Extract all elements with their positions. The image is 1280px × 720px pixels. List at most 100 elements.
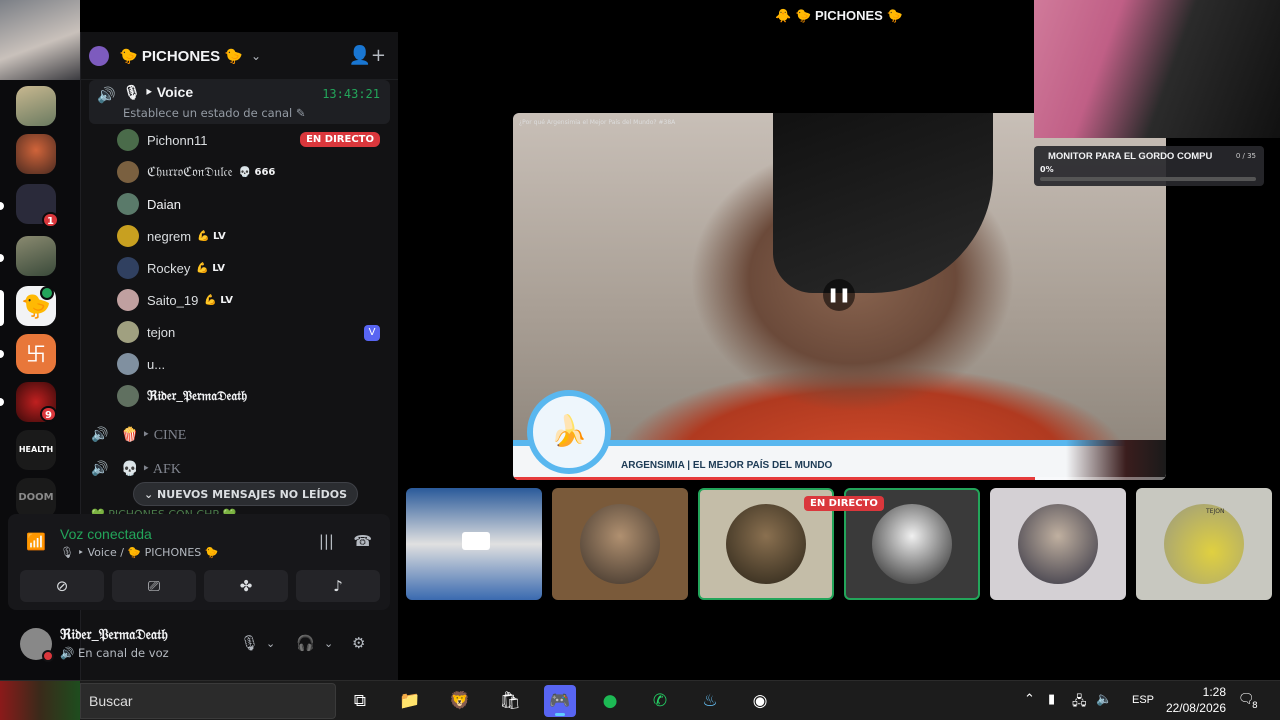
spotify-icon[interactable]: ●	[594, 685, 626, 717]
unread-pill	[0, 202, 4, 210]
unread-pill	[0, 398, 4, 406]
participant-tile[interactable]	[990, 488, 1126, 600]
server-boost-icon	[89, 45, 109, 66]
camera-off-button[interactable]: ⊘	[20, 570, 104, 602]
goal-progress-bar	[1040, 177, 1256, 181]
microphone-icon[interactable]: 🎙	[240, 634, 259, 652]
voice-member[interactable]: Rockey 💪 LV	[81, 252, 398, 284]
server-icon-doom[interactable]: DOOM	[16, 478, 56, 518]
brave-browser-icon[interactable]: 🦁	[444, 685, 476, 717]
member-name: u...	[147, 356, 166, 372]
voice-channel-active[interactable]: 🔊 🎙 ‣ Voice 13:43:21 Establece un estado…	[89, 80, 390, 124]
voice-member[interactable]: ℭ𝔥𝔲𝔯𝔯𝔬ℭ𝔬𝔫𝔇𝔲𝔩𝔠𝔢 💀 666	[81, 156, 398, 188]
task-view-icon[interactable]: ⧉	[344, 685, 376, 717]
goal-widget: MONITOR PARA EL GORDO COMPU 0 / 35 0%	[1034, 146, 1264, 186]
member-name: tejon	[147, 324, 176, 340]
video-title: ¿Por qué Argensimia el Mejor País del Mu…	[519, 119, 676, 126]
invite-user-icon[interactable]: 👤+	[349, 45, 387, 66]
voice-member[interactable]: Saito_19 💪 LV	[81, 284, 398, 316]
chevron-up-icon[interactable]: ⌃	[1024, 692, 1035, 707]
tile-label: TEJON	[1206, 508, 1225, 515]
search-input[interactable]	[89, 691, 319, 711]
noise-suppression-icon[interactable]: |||	[319, 532, 334, 550]
selected-pill	[0, 290, 4, 326]
webcam-overlay-right	[1034, 0, 1280, 138]
avatar	[872, 504, 952, 584]
server-icon[interactable]: 卐	[16, 334, 56, 374]
server-icon[interactable]	[16, 134, 56, 174]
stream-thumbnail[interactable]	[0, 681, 80, 720]
screen-icon	[462, 532, 490, 550]
usb-icon[interactable]: ▮	[1048, 692, 1055, 707]
channel-status-input[interactable]: Establece un estado de canal ✎	[123, 106, 306, 120]
clock-date: 22/08/2026	[1165, 701, 1226, 715]
anime-character-overlay	[1066, 440, 1166, 480]
voice-member[interactable]: tejon V	[81, 316, 398, 348]
microsoft-store-icon[interactable]: 🛍	[494, 685, 526, 717]
speaker-icon: 🔊	[91, 461, 109, 477]
voice-member[interactable]: u...	[81, 348, 398, 380]
whatsapp-icon[interactable]: ✆	[644, 685, 676, 717]
participant-tile[interactable]: TEJON	[1136, 488, 1272, 600]
user-name[interactable]: ℜ𝔦𝔡𝔢𝔯_𝔓𝔢𝔯𝔪𝔞𝔇𝔢𝔞𝔱𝔥	[60, 627, 168, 644]
connection-signal-icon[interactable]: 📶	[26, 532, 46, 551]
member-name: negrem	[147, 228, 192, 244]
member-tag: 💪 LV	[196, 262, 226, 274]
disconnect-icon[interactable]: ☎	[353, 532, 372, 550]
taskbar-clock[interactable]: 1:28 22/08/2026	[1166, 684, 1226, 716]
stream-tile[interactable]	[406, 488, 542, 600]
member-name: Saito_19	[147, 292, 199, 308]
goal-percent: 0%	[1040, 165, 1054, 174]
unread-pill	[0, 254, 4, 262]
avatar	[117, 289, 139, 311]
lower-third-text: ARGENSIMIA | EL MEJOR PAÍS DEL MUNDO	[621, 460, 833, 471]
channel-name: 🍿 ‣ CINE	[121, 427, 187, 443]
voice-connected-title[interactable]: Voz conectada	[60, 526, 152, 542]
member-name: ℜ𝔦𝔡𝔢𝔯_𝔓𝔢𝔯𝔪𝔞𝔇𝔢𝔞𝔱𝔥	[147, 388, 248, 403]
member-name: Pichonn11	[147, 132, 208, 148]
server-icon-health[interactable]: HEALTH	[16, 430, 56, 470]
server-header[interactable]: 🐤 PICHONES 🐤 ⌄ 👤+	[81, 32, 398, 80]
goal-title: MONITOR PARA EL GORDO COMPU	[1048, 151, 1213, 162]
new-unread-messages-button[interactable]: ⌄ NUEVOS MENSAJES NO LEÍDOS	[133, 482, 358, 506]
voice-channel-cine[interactable]: 🔊 🍿 ‣ CINE	[81, 418, 398, 452]
speaker-icon: 🔊	[91, 427, 109, 443]
discord-icon[interactable]: 🎮	[544, 685, 576, 717]
server-icon[interactable]	[16, 236, 56, 276]
screen-share-button[interactable]: ⎚	[112, 570, 196, 602]
chevron-down-icon[interactable]: ⌄	[324, 637, 333, 650]
language-indicator[interactable]: ESP	[1132, 694, 1154, 706]
member-name: ℭ𝔥𝔲𝔯𝔯𝔬ℭ𝔬𝔫𝔇𝔲𝔩𝔠𝔢	[147, 164, 233, 179]
avatar	[117, 129, 139, 151]
voice-channel-afk[interactable]: 🔊 💀 ‣ AFK	[81, 452, 398, 486]
avatar	[117, 225, 139, 247]
live-badge: EN DIRECTO	[300, 132, 380, 147]
file-explorer-icon[interactable]: 📁	[394, 685, 426, 717]
taskbar-search[interactable]	[80, 683, 336, 719]
pause-icon[interactable]: ❚❚	[823, 279, 855, 311]
voice-member[interactable]: Daian	[81, 188, 398, 220]
voice-member[interactable]: ℜ𝔦𝔡𝔢𝔯_𝔓𝔢𝔯𝔪𝔞𝔇𝔢𝔞𝔱𝔥	[81, 380, 398, 412]
webcam-overlay-left	[0, 0, 80, 80]
voice-member[interactable]: Pichonn11 EN DIRECTO	[81, 124, 398, 156]
activities-button[interactable]: ✤	[204, 570, 288, 602]
soundboard-button[interactable]: ♪	[296, 570, 380, 602]
obs-icon[interactable]: ◉	[744, 685, 776, 717]
gear-icon[interactable]: ⚙	[352, 634, 365, 652]
avatar	[580, 504, 660, 584]
voice-connected-subtitle[interactable]: 🎙 ‣ Voice / 🐤 PICHONES 🐤	[60, 546, 218, 559]
network-icon[interactable]: 🖧	[1072, 692, 1087, 714]
steam-icon[interactable]: ♨	[694, 685, 726, 717]
server-icon[interactable]	[16, 86, 56, 126]
goal-count: 0 / 35	[1235, 152, 1256, 160]
volume-icon[interactable]: 🔈	[1096, 692, 1112, 707]
headphones-icon[interactable]: 🎧	[296, 634, 315, 652]
member-tag: 💀 666	[238, 166, 276, 178]
voice-member[interactable]: negrem 💪 LV	[81, 220, 398, 252]
participant-tile[interactable]	[552, 488, 688, 600]
channel-name: 💀 ‣ AFK	[121, 461, 181, 477]
activity-badge: V	[364, 325, 380, 341]
avatar	[117, 193, 139, 215]
unread-pill	[0, 350, 4, 358]
chevron-down-icon[interactable]: ⌄	[266, 637, 275, 650]
